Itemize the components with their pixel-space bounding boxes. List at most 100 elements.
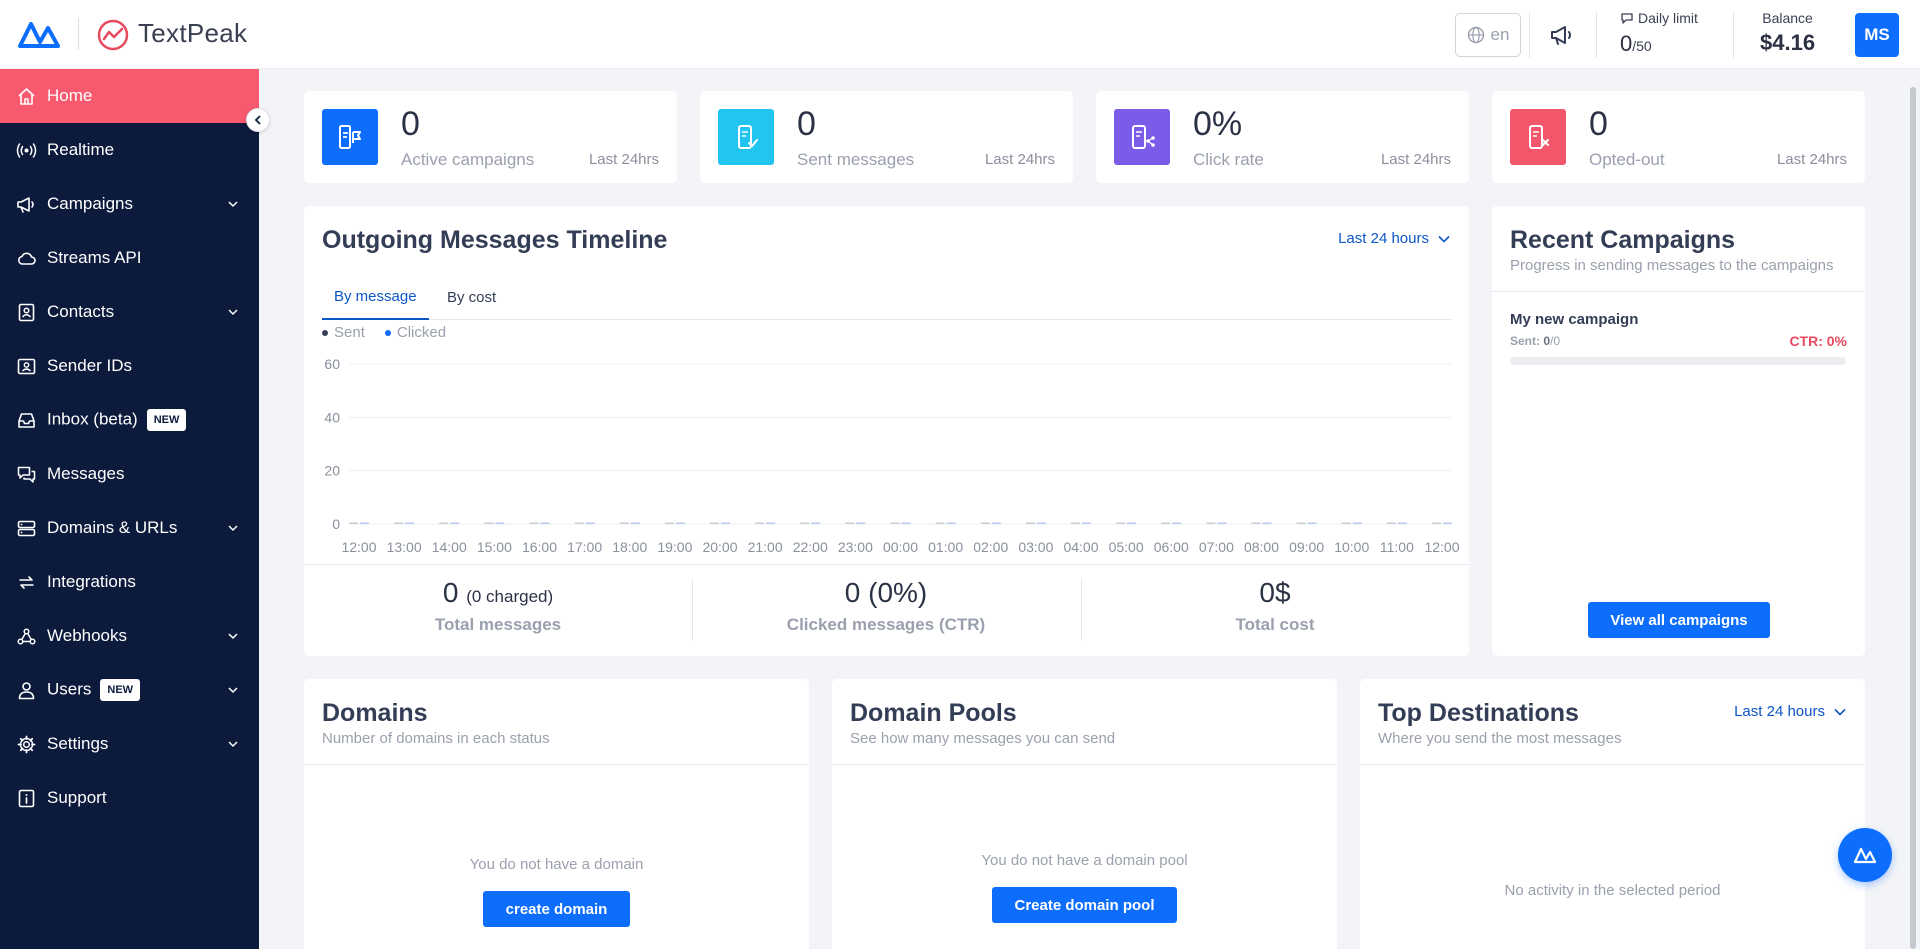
create-domain-button[interactable]: create domain [483, 891, 630, 927]
textpeak-logo-icon[interactable] [18, 18, 60, 50]
bar-clicked[interactable] [585, 522, 595, 525]
bar-sent[interactable] [484, 522, 494, 525]
sidebar-item-label: Integrations [47, 572, 136, 591]
user-avatar[interactable]: MS [1855, 13, 1899, 57]
tab-by-cost[interactable]: By cost [435, 275, 508, 320]
sidebar-item-sender-ids[interactable]: Sender IDs [0, 339, 259, 393]
bar-clicked[interactable] [1352, 522, 1362, 525]
bar-sent[interactable] [1386, 522, 1396, 525]
help-chat-button[interactable] [1838, 828, 1892, 882]
sidebar-item-realtime[interactable]: Realtime [0, 123, 259, 177]
x-tick-label: 01:00 [928, 539, 963, 555]
sidebar-collapse-button[interactable] [246, 108, 270, 132]
campaign-name: My new campaign [1510, 311, 1639, 328]
sidebar-item-streams-api[interactable]: Streams API [0, 231, 259, 285]
tab-by-message[interactable]: By message [322, 275, 429, 320]
stat-card-sent-messages: 0 Sent messages Last 24hrs [700, 91, 1073, 183]
bar-sent[interactable] [1251, 522, 1261, 525]
bar-clicked[interactable] [1217, 522, 1227, 525]
bar-clicked[interactable] [811, 522, 821, 525]
bar-sent[interactable] [845, 522, 855, 525]
scrollbar-thumb[interactable] [1910, 87, 1916, 949]
sidebar-item-integrations[interactable]: Integrations [0, 555, 259, 609]
header-separator [1529, 12, 1530, 58]
timeline-period-select[interactable]: Last 24 hours [1338, 230, 1451, 247]
bar-clicked[interactable] [1443, 522, 1452, 525]
legend-item-clicked[interactable]: Clicked [384, 324, 446, 341]
top-destinations-title: Top Destinations [1378, 699, 1579, 727]
sidebar-item-webhooks[interactable]: Webhooks [0, 609, 259, 663]
bar-clicked[interactable] [1082, 522, 1091, 525]
sidebar-item-contacts[interactable]: Contacts [0, 285, 259, 339]
bar-clicked[interactable] [405, 522, 415, 525]
bar-sent[interactable] [1071, 522, 1080, 525]
bar-clicked[interactable] [946, 522, 956, 525]
bar-clicked[interactable] [1262, 522, 1272, 525]
bar-sent[interactable] [1206, 522, 1216, 525]
sidebar-item-users[interactable]: Users NEW [0, 663, 259, 717]
bar-clicked[interactable] [675, 522, 685, 525]
top-header: TextPeak en Daily limit 0/50 Balance $4.… [0, 0, 1920, 69]
bar-sent[interactable] [1116, 522, 1126, 525]
phone-share-icon [1114, 109, 1170, 165]
bar-clicked[interactable] [766, 522, 776, 525]
x-tick-label: 12:00 [341, 539, 376, 555]
bar-sent[interactable] [800, 522, 810, 525]
bar-clicked[interactable] [1036, 522, 1046, 525]
bar-clicked[interactable] [630, 522, 640, 525]
bar-clicked[interactable] [1127, 522, 1137, 525]
bar-sent[interactable] [890, 522, 900, 525]
sidebar-item-campaigns[interactable]: Campaigns [0, 177, 259, 231]
bar-sent[interactable] [980, 522, 990, 525]
create-domain-pool-button[interactable]: Create domain pool [992, 887, 1177, 923]
bar-clicked[interactable] [901, 522, 911, 525]
logo-divider [78, 18, 79, 50]
sidebar-item-inbox[interactable]: Inbox (beta) NEW [0, 393, 259, 447]
view-all-campaigns-button[interactable]: View all campaigns [1588, 602, 1770, 638]
x-tick-label: 14:00 [432, 539, 467, 555]
bar-clicked[interactable] [450, 522, 460, 525]
sidebar-item-label: Messages [47, 464, 125, 483]
bar-sent[interactable] [664, 522, 674, 525]
bar-clicked[interactable] [856, 522, 866, 525]
bar-clicked[interactable] [1397, 522, 1407, 525]
bar-sent[interactable] [1025, 522, 1035, 525]
bar-sent[interactable] [1432, 522, 1441, 525]
language-selector[interactable]: en [1455, 13, 1521, 57]
timeline-title: Outgoing Messages Timeline [322, 226, 668, 254]
bar-sent[interactable] [439, 522, 449, 525]
bar-sent[interactable] [529, 522, 539, 525]
chat-icon [17, 466, 36, 483]
sidebar-item-domains-urls[interactable]: Domains & URLs [0, 501, 259, 555]
bar-clicked[interactable] [540, 522, 550, 525]
bar-sent[interactable] [619, 522, 629, 525]
bar-sent[interactable] [349, 522, 358, 525]
sidebar-item-settings[interactable]: Settings [0, 717, 259, 771]
sidebar-item-support[interactable]: Support [0, 771, 259, 825]
sidebar-item-home[interactable]: Home [0, 69, 259, 123]
bar-clicked[interactable] [1172, 522, 1182, 525]
daily-limit-used: 0 [1620, 31, 1633, 56]
bar-clicked[interactable] [991, 522, 1001, 525]
announcements-megaphone-icon[interactable] [1548, 21, 1576, 49]
sidebar-item-messages[interactable]: Messages [0, 447, 259, 501]
bar-sent[interactable] [574, 522, 584, 525]
bar-clicked[interactable] [1307, 522, 1317, 525]
bar-sent[interactable] [935, 522, 945, 525]
bar-clicked[interactable] [495, 522, 505, 525]
bar-sent[interactable] [1341, 522, 1351, 525]
total-cost: 0$ Total cost [1081, 577, 1469, 635]
bar-sent[interactable] [710, 522, 719, 525]
timeline-tabs: By message By cost [322, 275, 1452, 320]
bar-sent[interactable] [755, 522, 765, 525]
total-messages-value: 0 [442, 577, 459, 608]
bar-sent[interactable] [394, 522, 404, 525]
legend-item-sent[interactable]: Sent [322, 324, 365, 341]
page-scrollbar[interactable] [1906, 69, 1920, 949]
bar-sent[interactable] [1161, 522, 1171, 525]
x-tick-label: 05:00 [1109, 539, 1144, 555]
bar-sent[interactable] [1296, 522, 1306, 525]
bar-clicked[interactable] [360, 522, 369, 525]
bar-clicked[interactable] [721, 522, 730, 525]
destinations-period-select[interactable]: Last 24 hours [1734, 703, 1847, 720]
